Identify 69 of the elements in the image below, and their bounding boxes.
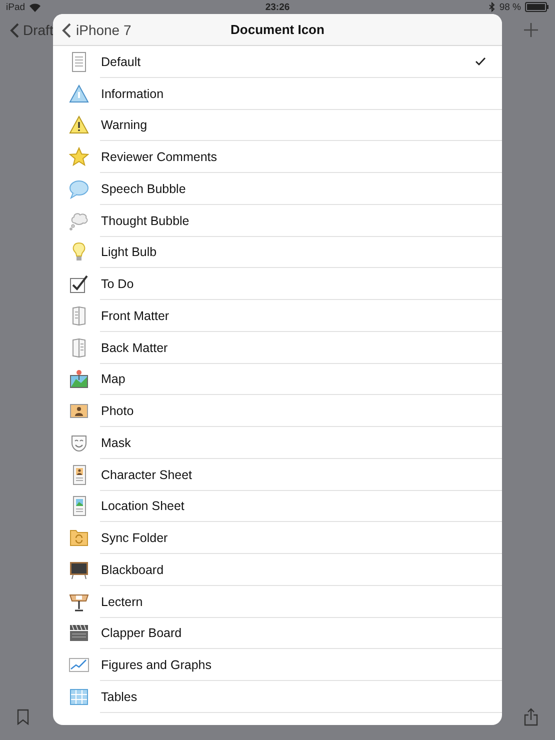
item-label: Warning	[101, 118, 148, 132]
list-item[interactable]: Speech Bubble	[53, 173, 502, 205]
list-item[interactable]: Map	[53, 364, 502, 396]
list-item[interactable]: To Do	[53, 268, 502, 300]
list-item[interactable]: Tables	[53, 681, 502, 713]
list-item[interactable]: Reviewer Comments	[53, 141, 502, 173]
list-item[interactable]: Clapper Board	[53, 618, 502, 650]
star-icon	[69, 147, 89, 168]
table-icon	[69, 686, 89, 707]
folder-icon	[69, 528, 89, 548]
item-label: Thought Bubble	[101, 214, 190, 228]
item-label: Location Sheet	[101, 499, 186, 514]
item-label: Lectern	[101, 594, 144, 609]
item-label: Reviewer Comments	[101, 150, 218, 164]
item-label: Blackboard	[101, 562, 165, 577]
item-label: Character Sheet	[101, 468, 194, 482]
back-chevron-icon[interactable]	[62, 22, 71, 38]
item-label: Map	[101, 372, 126, 386]
map-icon	[69, 369, 89, 390]
lectern-icon	[69, 592, 89, 612]
speech-bubble-icon	[69, 178, 89, 199]
battery-icon	[525, 2, 549, 12]
item-label: Light Bulb	[101, 245, 158, 260]
checkbox-icon	[69, 274, 89, 294]
item-label: Back Matter	[101, 340, 169, 355]
back-link[interactable]: iPhone 7	[76, 22, 132, 38]
item-label: Mask	[101, 436, 132, 450]
item-label: Information	[101, 86, 165, 101]
info-triangle-icon	[69, 84, 89, 104]
clock: 23:26	[265, 2, 290, 12]
device-name: iPad	[6, 2, 26, 12]
list-item[interactable]: Front Matter	[53, 300, 502, 332]
sheet-title: Document Icon	[230, 22, 324, 37]
list-item[interactable]: Thought Bubble	[53, 204, 502, 236]
list-item[interactable]: Light Bulb	[53, 236, 502, 268]
list-item[interactable]: Information	[53, 78, 502, 110]
list-item[interactable]: Location Sheet	[53, 490, 502, 522]
page-icon	[69, 52, 89, 72]
list-item[interactable]: Blackboard	[53, 554, 502, 586]
item-label: Default	[101, 54, 142, 69]
list-item[interactable]: Sync Folder	[53, 522, 502, 554]
thought-bubble-icon	[69, 210, 89, 231]
clapper-board-icon	[69, 623, 89, 644]
list-item[interactable]: Character Sheet	[53, 458, 502, 490]
warning-icon	[69, 115, 89, 136]
list-item[interactable]: Figures and Graphs	[53, 649, 502, 681]
share-icon[interactable]	[524, 708, 538, 726]
battery-percent: 98 %	[499, 2, 521, 12]
list-item[interactable]: Back Matter	[53, 332, 502, 364]
item-label: To Do	[101, 277, 135, 292]
item-label: Clapper Board	[101, 626, 183, 640]
add-icon[interactable]	[524, 23, 538, 37]
blackboard-icon	[69, 560, 89, 580]
item-label: Figures and Graphs	[101, 658, 212, 672]
item-label: Photo	[101, 404, 135, 418]
item-label: Front Matter	[101, 308, 170, 323]
list-item[interactable]: Warning	[53, 110, 502, 142]
item-label: Speech Bubble	[101, 182, 187, 196]
bookmark-icon[interactable]	[17, 709, 29, 725]
back-chevron-icon	[10, 22, 19, 38]
item-label: Sync Folder	[101, 531, 169, 546]
list-item[interactable]: Lectern	[53, 586, 502, 618]
item-label: Tables	[101, 690, 138, 704]
bluetooth-icon	[489, 2, 496, 12]
list-item[interactable]: Photo	[53, 395, 502, 427]
list-item[interactable]: Mask	[53, 427, 502, 459]
list-item[interactable]: Default	[53, 46, 502, 78]
wifi-icon	[29, 2, 42, 12]
mask-icon	[69, 432, 89, 453]
